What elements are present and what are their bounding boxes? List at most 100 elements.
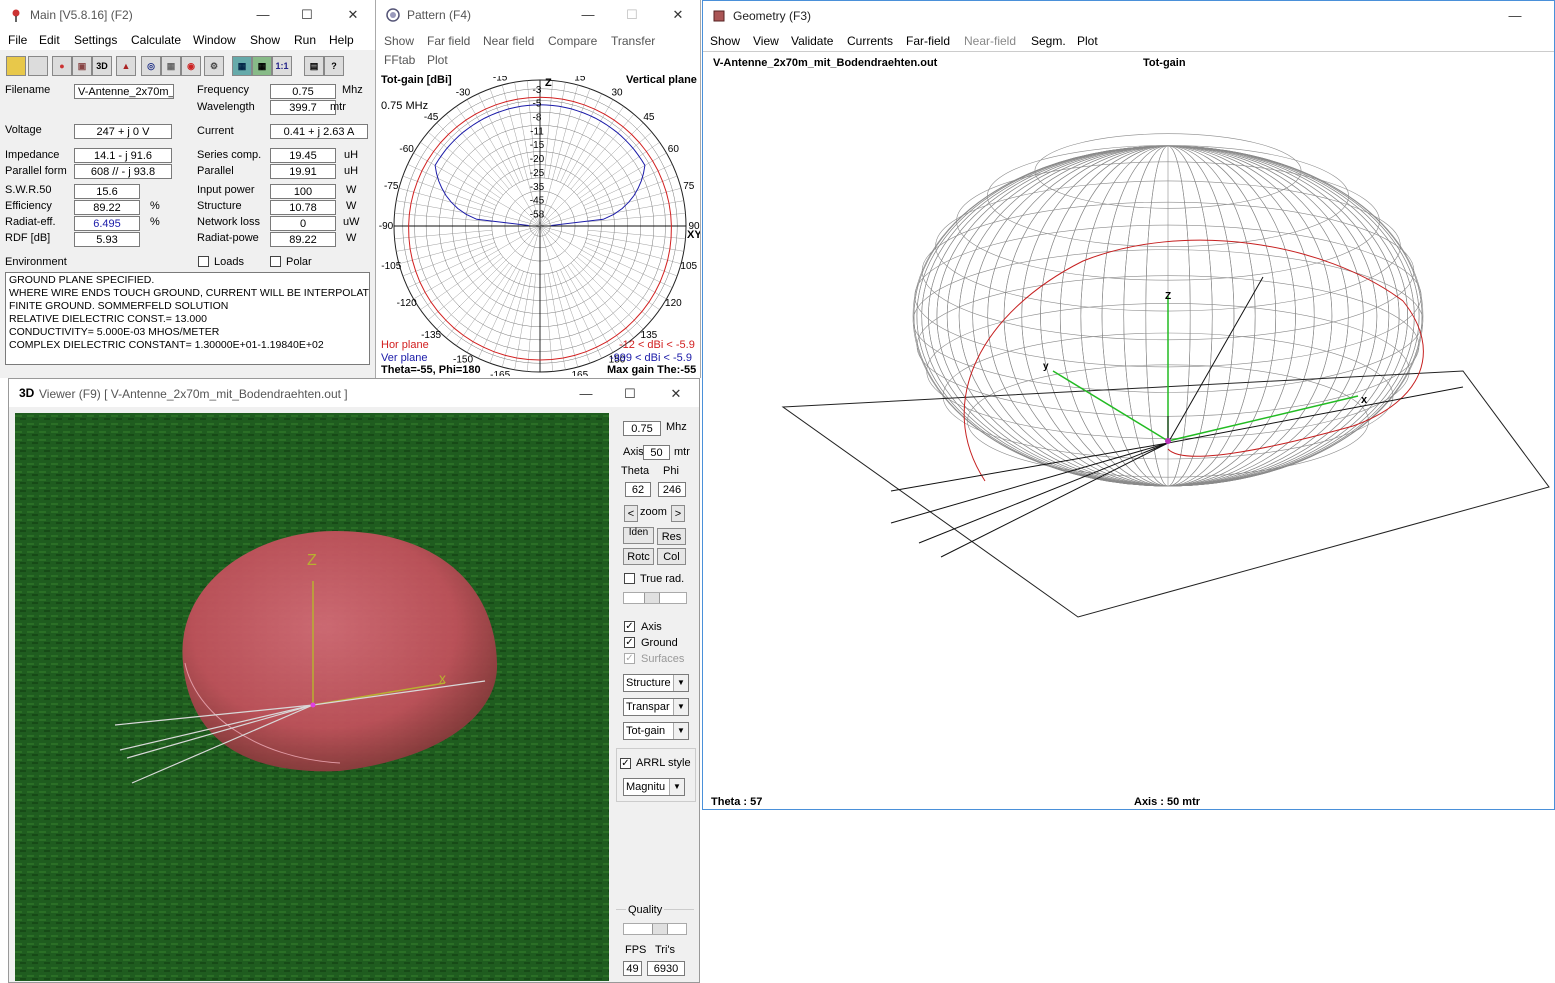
loads-checkbox[interactable] [198,256,209,267]
geometry-menu-near-field[interactable]: Near-field [964,34,1016,48]
pattern-menu-near-field[interactable]: Near field [483,34,534,48]
col-button[interactable]: Col [657,548,686,565]
slider-thumb[interactable] [644,593,660,603]
grid-spoke [570,262,635,338]
gain-select[interactable]: Tot-gain ▼ [623,722,689,740]
maximize-button[interactable]: ☐ [617,4,647,26]
menu-settings[interactable]: Settings [74,33,117,47]
magnitude-select[interactable]: Magnitu ▼ [623,778,685,796]
zoom-out-button[interactable]: < [624,505,638,522]
grid-spoke [579,142,660,199]
transparency-select[interactable]: Transpar ▼ [623,698,689,716]
viewer-axis-field[interactable]: 50 [643,445,670,460]
axis-checkbox[interactable]: ✓ [624,621,635,632]
geometry-menu-view[interactable]: View [753,34,779,48]
iden-button[interactable]: Iden [623,527,654,544]
main-window: Main [V5.8.16] (F2) — ☐ ✕ File Edit Sett… [0,0,376,378]
globe-icon[interactable]: ◎ [141,56,161,76]
structure-select[interactable]: Structure ▼ [623,674,689,692]
antenna-icon[interactable]: ● [52,56,72,76]
cube-icon[interactable]: ▣ [72,56,92,76]
environment-textbox[interactable]: GROUND PLANE SPECIFIED. WHERE WIRE ENDS … [5,272,370,365]
close-button[interactable]: ✕ [663,4,693,26]
gear-icon[interactable]: ⚙ [204,56,224,76]
ring-label: -15 [530,140,545,151]
main-titlebar: Main [V5.8.16] (F2) — ☐ ✕ [0,0,375,30]
geometry-menu-currents[interactable]: Currents [847,34,893,48]
help-icon[interactable]: ? [324,56,344,76]
ring-label: -8 [533,113,542,124]
viewer-theta-field[interactable]: 62 [625,482,651,497]
menu-run[interactable]: Run [294,33,316,47]
grid-spoke [398,188,541,227]
zoom-label: zoom [640,506,667,518]
input-power-field[interactable]: 100 [270,184,336,199]
slider-thumb[interactable] [652,924,668,934]
menu-file[interactable]: File [8,33,27,47]
angle-label: 45 [643,112,655,123]
pattern-menu-show[interactable]: Show [384,34,414,48]
menu-window[interactable]: Window [193,33,236,47]
pattern-icon[interactable]: ◉ [181,56,201,76]
pattern-menu-plot[interactable]: Plot [427,53,448,67]
viewer3d-canvas[interactable]: Z x [15,413,609,981]
menu-edit[interactable]: Edit [39,33,60,47]
zoom-in-button[interactable]: > [671,505,685,522]
grid-spoke [548,273,566,370]
geometry-menu-segm[interactable]: Segm. [1031,34,1066,48]
maximize-button[interactable]: ☐ [615,383,645,405]
true-rad-slider[interactable] [623,592,687,604]
rotc-button[interactable]: Rotc [623,548,654,565]
geometry-menu-plot[interactable]: Plot [1077,34,1098,48]
angle-label: -75 [384,181,399,192]
frequency-field[interactable]: 0.75 [270,84,336,99]
true-rad-label: True rad. [640,573,685,585]
viewer-freq-field[interactable]: 0.75 [623,421,661,436]
chart-icon[interactable]: ▲ [116,56,136,76]
minimize-button[interactable]: — [1500,5,1530,27]
viewer-phi-field[interactable]: 246 [658,482,686,497]
close-button[interactable]: ✕ [661,383,691,405]
wire [1167,276,1264,444]
open-icon[interactable] [6,56,26,76]
close-button[interactable]: ✕ [338,4,368,26]
minimize-button[interactable]: — [571,383,601,405]
maximize-button[interactable]: ☐ [292,4,322,26]
calculator-icon[interactable]: ▦ [232,56,252,76]
pattern-menu-transfer[interactable]: Transfer [611,34,655,48]
copy-icon[interactable] [28,56,48,76]
book-icon[interactable]: ▤ [304,56,324,76]
grid-spoke [567,265,624,346]
menu-help[interactable]: Help [329,33,354,47]
toolbar-3d-button[interactable]: 3D [92,56,112,76]
quality-slider[interactable] [623,923,687,935]
grid-spoke [478,269,520,359]
menu-calculate[interactable]: Calculate [131,33,181,47]
menu-show[interactable]: Show [250,33,280,47]
geometry-canvas[interactable]: Z y x [703,71,1554,791]
pattern-xy-label: XY [687,229,701,241]
arrl-style-label: ARRL style [636,757,691,769]
grid-spoke [576,131,652,196]
angle-label: -120 [397,298,417,309]
angle-label: -165 [490,370,510,376]
res-button[interactable]: Res [657,528,686,545]
grid-icon[interactable]: ▦ [252,56,272,76]
geometry-menu-validate[interactable]: Validate [791,34,833,48]
minimize-button[interactable]: — [573,4,603,26]
geometry-menu-far-field[interactable]: Far-field [906,34,950,48]
pattern-menu-far-field[interactable]: Far field [427,34,470,48]
minimize-button[interactable]: — [248,4,278,26]
surfaces-checkbox[interactable]: ✓ [624,653,635,664]
geometry-menu-show[interactable]: Show [710,34,740,48]
filename-field[interactable]: V-Antenne_2x70m_ [74,84,174,99]
true-rad-checkbox[interactable] [624,573,635,584]
ground-checkbox[interactable]: ✓ [624,637,635,648]
pattern-menu-compare[interactable]: Compare [548,34,597,48]
main-menubar: File Edit Settings Calculate Window Show… [0,30,375,50]
toolbar-ratio-button[interactable]: 1:1 [272,56,292,76]
pattern-menu-fftab[interactable]: FFtab [384,53,415,67]
arrl-style-checkbox[interactable]: ✓ [620,758,631,769]
mesh-icon[interactable]: ▦ [161,56,181,76]
polar-checkbox[interactable] [270,256,281,267]
